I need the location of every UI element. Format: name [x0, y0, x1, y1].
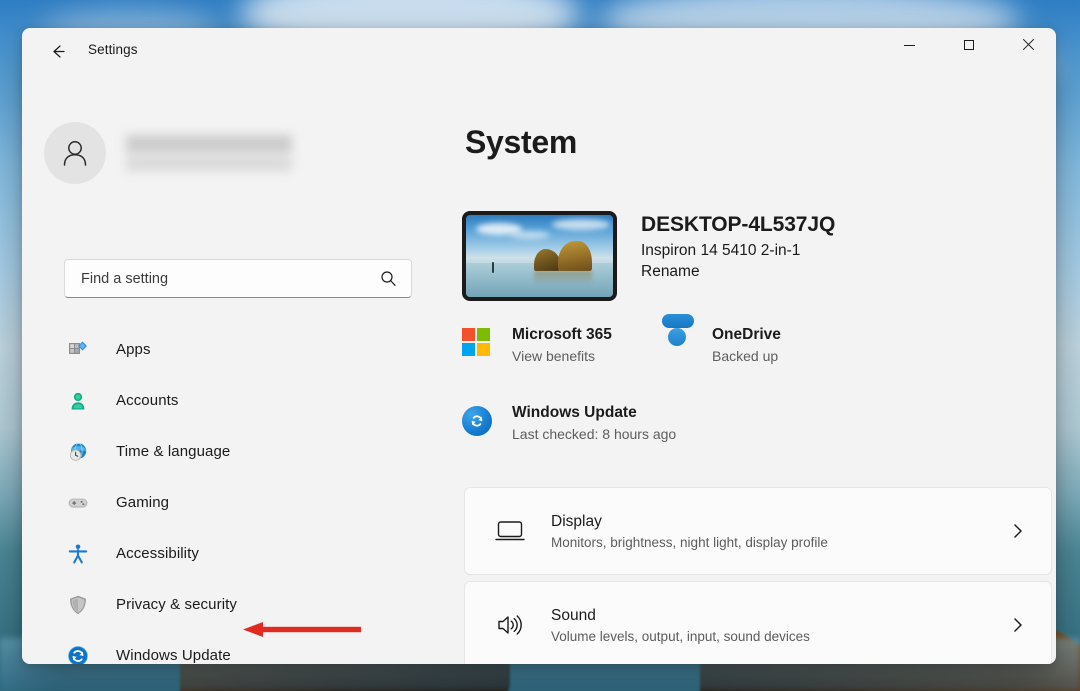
- card-title: Sound: [551, 606, 596, 624]
- close-button[interactable]: [1004, 28, 1050, 62]
- person-avatar-icon: [63, 141, 87, 166]
- apps-icon: [66, 338, 90, 362]
- app-title: Settings: [88, 42, 138, 57]
- onedrive-cloud-icon: [662, 328, 694, 360]
- windows-update-refresh-icon: [462, 406, 494, 438]
- back-button[interactable]: [40, 34, 76, 68]
- sidebar-nav: Apps Accounts Time & language Gaming Acc…: [48, 324, 398, 664]
- monitor-icon: [493, 518, 527, 544]
- account-tile[interactable]: [44, 122, 364, 184]
- sidebar-item-windows-update[interactable]: Windows Update: [48, 630, 398, 664]
- search-icon: [380, 270, 411, 287]
- sidebar-item-privacy-security[interactable]: Privacy & security: [48, 579, 398, 630]
- service-title: Windows Update: [512, 404, 637, 421]
- sidebar-item-label: Privacy & security: [116, 596, 237, 613]
- thumbnail-reflection: [534, 271, 592, 285]
- service-windows-update[interactable]: Windows Update Last checked: 8 hours ago: [462, 404, 676, 442]
- settings-card-list: Display Monitors, brightness, night ligh…: [464, 487, 1054, 664]
- sidebar-item-apps[interactable]: Apps: [48, 324, 398, 375]
- page-title: System: [465, 124, 578, 160]
- sidebar-item-gaming[interactable]: Gaming: [48, 477, 398, 528]
- clock-globe-icon: [66, 440, 90, 464]
- minimize-icon: [903, 44, 915, 46]
- desktop-background: Settings Find a setting Apps Accounts Ti…: [0, 0, 1080, 691]
- thumbnail-rock-small: [534, 249, 560, 271]
- service-onedrive[interactable]: OneDrive Backed up: [662, 326, 781, 364]
- device-name: DESKTOP-4L537JQ: [641, 213, 836, 236]
- sidebar-item-label: Accessibility: [116, 545, 199, 562]
- settings-window: Settings Find a setting Apps Accounts Ti…: [22, 28, 1056, 664]
- close-icon: [1021, 39, 1033, 51]
- device-info: DESKTOP-4L537JQ Inspiron 14 5410 2-in-1 …: [641, 211, 835, 301]
- sidebar-item-label: Accounts: [116, 392, 179, 409]
- settings-card-display[interactable]: Display Monitors, brightness, night ligh…: [464, 487, 1052, 575]
- card-subtitle: Monitors, brightness, night light, displ…: [551, 534, 828, 550]
- sidebar-item-label: Gaming: [116, 494, 170, 511]
- search-box[interactable]: [64, 259, 412, 298]
- service-title: OneDrive: [712, 326, 781, 343]
- thumbnail-person: [492, 262, 494, 273]
- service-subtitle: Backed up: [712, 348, 779, 364]
- speaker-icon: [493, 612, 527, 638]
- shield-icon: [66, 593, 90, 617]
- device-model: Inspiron 14 5410 2-in-1: [641, 242, 801, 259]
- card-subtitle: Volume levels, output, input, sound devi…: [551, 628, 810, 644]
- sidebar-item-accounts[interactable]: Accounts: [48, 375, 398, 426]
- service-subtitle: View benefits: [512, 348, 596, 364]
- maximize-icon: [964, 40, 974, 50]
- avatar: [44, 122, 106, 184]
- accounts-person-icon: [66, 389, 90, 413]
- sidebar-item-label: Apps: [116, 341, 151, 358]
- card-title: Display: [551, 512, 602, 530]
- device-wallpaper-thumbnail: [462, 211, 617, 301]
- sidebar-item-label: Time & language: [116, 443, 231, 460]
- username-blurred: [126, 131, 292, 175]
- main-content: System DESKTOP-4L537JQ Inspiron 14 5410 …: [414, 74, 1056, 664]
- chevron-right-icon: [1011, 521, 1025, 541]
- settings-card-sound[interactable]: Sound Volume levels, output, input, soun…: [464, 581, 1052, 664]
- service-subtitle: Last checked: 8 hours ago: [512, 426, 677, 442]
- windows-update-refresh-icon: [66, 644, 90, 664]
- sidebar-item-time-language[interactable]: Time & language: [48, 426, 398, 477]
- arrow-left-icon: [52, 44, 65, 58]
- minimize-button[interactable]: [886, 28, 932, 62]
- sidebar-item-label: Windows Update: [116, 647, 231, 664]
- sidebar-item-accessibility[interactable]: Accessibility: [48, 528, 398, 579]
- search-input[interactable]: [65, 270, 380, 287]
- gamepad-icon: [66, 491, 90, 515]
- title-bar: Settings: [22, 28, 1056, 74]
- accessibility-person-icon: [66, 542, 90, 566]
- maximize-button[interactable]: [946, 28, 992, 62]
- microsoft-logo-icon: [462, 328, 494, 360]
- chevron-right-icon: [1011, 615, 1025, 635]
- rename-link[interactable]: Rename: [641, 263, 700, 281]
- service-microsoft-365[interactable]: Microsoft 365 View benefits: [462, 326, 612, 364]
- device-summary: DESKTOP-4L537JQ Inspiron 14 5410 2-in-1 …: [462, 211, 835, 301]
- thumbnail-rock-large: [558, 241, 592, 271]
- service-title: Microsoft 365: [512, 326, 612, 343]
- sidebar: Apps Accounts: [22, 74, 427, 664]
